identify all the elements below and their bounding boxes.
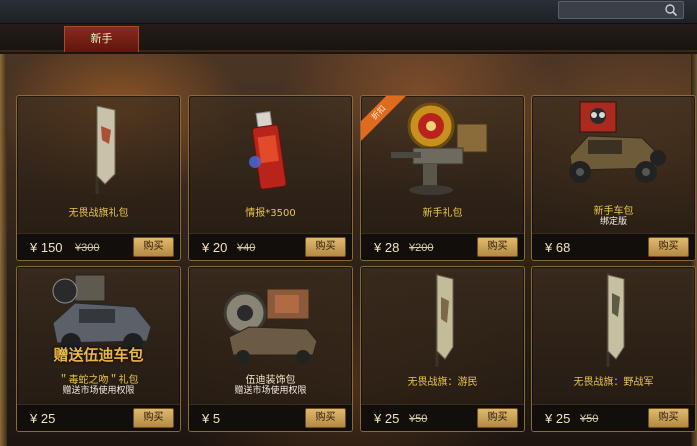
- price-bar: ¥ 68 购买: [532, 233, 695, 260]
- product-card-viper-kiss[interactable]: 赠送伍迪车包 ＂毒蛇之吻＂礼包 赠送市场使用权限 ¥ 25 购买: [16, 266, 181, 432]
- top-bar: [0, 0, 697, 24]
- price: ¥ 68: [545, 240, 571, 255]
- old-price: ¥40: [237, 242, 256, 254]
- product-name: 无畏战旗：野战军: [573, 377, 654, 388]
- price-bar: ¥ 5 购买: [189, 404, 352, 431]
- price: ¥ 150: [30, 240, 63, 255]
- product-name: 无畏战旗礼包: [68, 208, 129, 219]
- buy-button[interactable]: 购买: [305, 237, 346, 257]
- buy-button[interactable]: 购买: [305, 408, 346, 428]
- turret-icon: [391, 102, 488, 195]
- tab-newbie[interactable]: 新手: [64, 26, 139, 52]
- product-note: 赠送市场使用权限: [62, 386, 135, 396]
- price: ¥ 25: [30, 411, 56, 426]
- product-card-woody-decor[interactable]: 伍迪装饰包 赠送市场使用权限 ¥ 5 购买: [188, 266, 353, 432]
- price-bar: ¥ 25 ¥50 购买: [532, 404, 695, 431]
- product-card-starter-car[interactable]: 新手车包 绑定版 ¥ 68 购买: [531, 95, 696, 261]
- old-price: ¥50: [580, 413, 599, 425]
- product-card-starter-pack[interactable]: 折扣 新手礼包 ¥ 28 ¥200 购买: [360, 95, 525, 261]
- search-icon[interactable]: [664, 3, 678, 17]
- buy-button[interactable]: 购买: [133, 408, 174, 428]
- tab-strip: 新手: [0, 24, 697, 52]
- product-name: 无畏战旗：游民: [407, 377, 478, 388]
- price-bar: ¥ 25 ¥50 购买: [361, 404, 524, 431]
- product-card-banner-nomad[interactable]: 无畏战旗：游民 ¥ 25 ¥50 购买: [360, 266, 525, 432]
- product-note: 绑定版: [599, 217, 627, 227]
- price: ¥ 25: [374, 411, 400, 426]
- gas-mask-car-icon: [569, 101, 666, 183]
- price-bar: ¥ 25 购买: [17, 404, 180, 431]
- product-name: 情报*3500: [245, 208, 296, 219]
- frame-left: [0, 54, 7, 446]
- price-bar: ¥ 20 ¥40 购买: [189, 233, 352, 260]
- banner-icon: [95, 104, 116, 194]
- old-price: ¥50: [409, 413, 428, 425]
- banner-icon: [435, 273, 454, 367]
- product-name: 新手礼包: [422, 208, 463, 219]
- promo-overlay-text: 赠送伍迪车包: [53, 346, 144, 364]
- banner-icon: [606, 273, 625, 367]
- decoration-kit-icon: [223, 288, 318, 364]
- price-bar: ¥ 28 ¥200 购买: [361, 233, 524, 260]
- product-note: 赠送市场使用权限: [234, 386, 307, 396]
- price: ¥ 25: [545, 411, 571, 426]
- buy-button[interactable]: 购买: [648, 408, 689, 428]
- product-card-banner-pack[interactable]: 无畏战旗礼包 ¥ 150 ¥300 购买: [16, 95, 181, 261]
- old-price: ¥300: [75, 242, 100, 254]
- search-input[interactable]: [558, 1, 684, 19]
- product-card-banner-field-army[interactable]: 无畏战旗：野战军 ¥ 25 ¥50 购买: [531, 266, 696, 432]
- price: ¥ 28: [374, 240, 400, 255]
- price: ¥ 5: [202, 411, 221, 426]
- buy-button[interactable]: 购买: [648, 237, 689, 257]
- usb-drive-icon: [249, 110, 287, 190]
- buy-button[interactable]: 购买: [133, 237, 174, 257]
- buy-button[interactable]: 购买: [477, 408, 518, 428]
- product-card-intel[interactable]: 情报*3500 ¥ 20 ¥40 购买: [188, 95, 353, 261]
- price: ¥ 20: [202, 240, 228, 255]
- old-price: ¥200: [409, 242, 434, 254]
- buy-button[interactable]: 购买: [477, 237, 518, 257]
- price-bar: ¥ 150 ¥300 购买: [17, 233, 180, 260]
